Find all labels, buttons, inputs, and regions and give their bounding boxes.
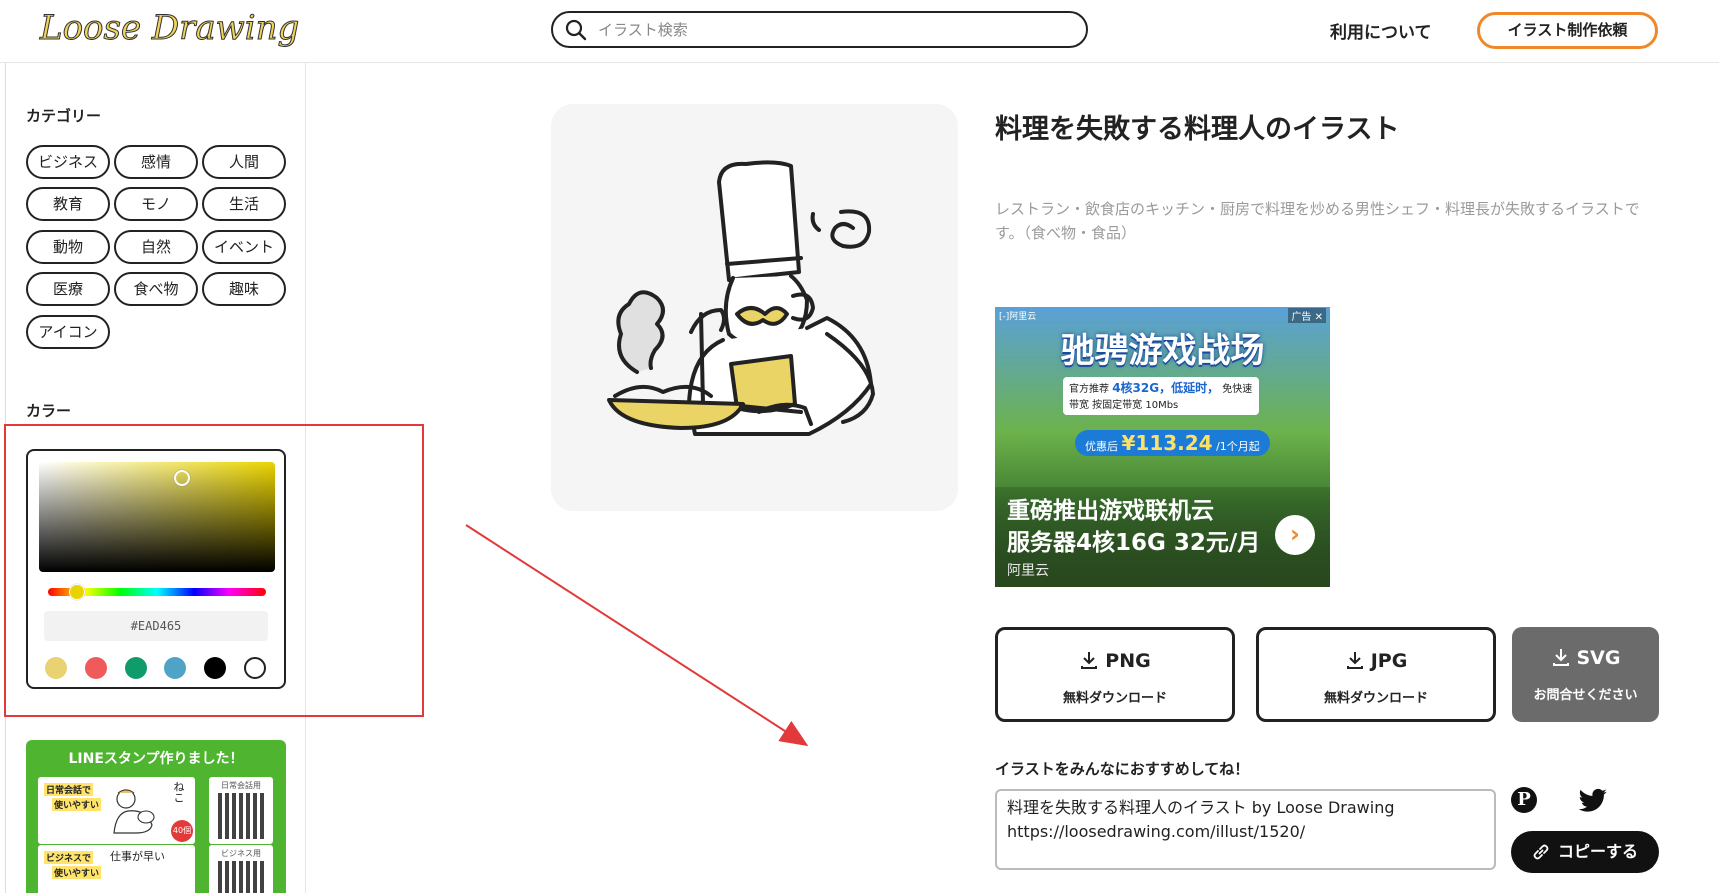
sticker-count-badge: 40個 xyxy=(171,820,193,842)
svg-format-label: SVG xyxy=(1512,647,1659,669)
ad-price-pill: 优惠后 ¥113.24 /1个月起 xyxy=(1075,430,1270,456)
color-heading: カラー xyxy=(26,402,72,420)
site-header: Loose Drawing 利用について イラスト制作依頼 xyxy=(0,0,1719,63)
line-sticker-card-business[interactable]: ビジネスで 使いやすい 仕事が早い xyxy=(38,845,195,893)
link-icon xyxy=(1533,844,1549,860)
daily-side-text: ねこ xyxy=(172,781,185,803)
pinterest-icon[interactable]: P xyxy=(1511,787,1537,813)
share-heading: イラストをみんなにおすすめしてね！ xyxy=(995,760,1250,778)
download-icon xyxy=(1552,649,1569,666)
category-chip-human[interactable]: 人間 xyxy=(202,145,286,179)
twitter-icon[interactable] xyxy=(1578,788,1608,814)
ad-price-value: ¥113.24 xyxy=(1121,431,1213,455)
category-chip-animals[interactable]: 動物 xyxy=(26,230,110,264)
search-bar[interactable] xyxy=(551,11,1088,48)
ad-source: 阿里云 xyxy=(1007,563,1049,579)
share-textarea[interactable]: 料理を失敗する料理人のイラスト by Loose Drawing https:/… xyxy=(995,789,1496,870)
line-sticker-card-daily[interactable]: 日常会話で 使いやすい ねこ 40個 xyxy=(38,777,195,844)
category-chip-education[interactable]: 教育 xyxy=(26,187,110,221)
ad-info-box: 官方推荐 4核32G，低延时， 免快速 带宽 按固定带宽 10Mbs xyxy=(1063,377,1259,415)
chef-illustration xyxy=(607,160,875,436)
line-qr-card-business[interactable]: ビジネス用 xyxy=(209,845,273,893)
category-chip-business[interactable]: ビジネス xyxy=(26,145,110,179)
advertisement-banner[interactable]: [-]阿里云 广告 ✕ 驰骋游戏战场 官方推荐 4核32G，低延时， 免快速 带… xyxy=(995,307,1330,587)
ad-info-suffix: 免快速 xyxy=(1222,384,1253,395)
daily-tag-line2: 使いやすい xyxy=(52,798,102,811)
category-chip-icon[interactable]: アイコン xyxy=(26,315,110,349)
line-banner-title: LINEスタンプ作りました！ xyxy=(68,751,244,767)
jpg-format-text: JPG xyxy=(1370,650,1408,672)
category-chip-hobby[interactable]: 趣味 xyxy=(202,272,286,306)
download-icon xyxy=(1346,652,1363,669)
png-format-label: PNG xyxy=(998,650,1232,672)
nav-about-link[interactable]: 利用について xyxy=(1330,18,1432,43)
line-qr-card-daily[interactable]: 日常会話用 xyxy=(209,777,273,844)
site-logo[interactable]: Loose Drawing xyxy=(39,8,299,49)
category-chip-emotion[interactable]: 感情 xyxy=(114,145,198,179)
ad-price-suffix: /1个月起 xyxy=(1216,440,1260,453)
qr-code-business xyxy=(218,861,264,893)
jpg-format-label: JPG xyxy=(1259,650,1493,672)
jpg-download-label: 無料ダウンロード xyxy=(1323,691,1428,706)
ad-info-highlight: 4核32G，低延时， xyxy=(1112,381,1220,395)
search-icon xyxy=(565,19,587,41)
png-download-button[interactable]: PNG 無料ダウンロード xyxy=(995,627,1235,722)
share-text-line1: 料理を失敗する料理人のイラスト by Loose Drawing xyxy=(1007,798,1395,817)
illustration-frame xyxy=(551,104,958,511)
category-chip-event[interactable]: イベント xyxy=(202,230,286,264)
ad-arrow-button[interactable]: › xyxy=(1275,515,1315,555)
category-chip-life[interactable]: 生活 xyxy=(202,187,286,221)
ad-info-line2: 带宽 按固定带宽 10Mbs xyxy=(1069,400,1179,411)
ad-brand: [-]阿里云 xyxy=(999,312,1037,322)
category-heading: カテゴリー xyxy=(26,107,102,125)
jpg-download-button[interactable]: JPG 無料ダウンロード xyxy=(1256,627,1496,722)
ad-line1: 重磅推出游戏联机云 xyxy=(1007,498,1214,524)
category-chip-medical[interactable]: 医療 xyxy=(26,272,110,306)
ad-line2: 服务器4核16G 32元/月 xyxy=(1007,530,1261,556)
annotation-highlight-box xyxy=(4,424,424,717)
business-tag-line2: 使いやすい xyxy=(52,866,102,879)
png-download-label: 無料ダウンロード xyxy=(1062,691,1167,706)
share-text-line2: https://loosedrawing.com/illust/1520/ xyxy=(1007,822,1306,841)
png-format-text: PNG xyxy=(1105,650,1151,672)
ad-price-prefix: 优惠后 xyxy=(1085,440,1118,453)
ad-headline: 驰骋游戏战场 xyxy=(1060,331,1265,371)
svg-format-text: SVG xyxy=(1576,647,1621,669)
ad-info-prefix: 官方推荐 xyxy=(1069,384,1109,395)
qr-code-daily xyxy=(218,793,264,839)
copy-button[interactable]: コピーする xyxy=(1511,831,1659,873)
category-chip-objects[interactable]: モノ xyxy=(114,187,198,221)
search-input[interactable] xyxy=(598,18,1068,42)
daily-tag-line1: 日常会話で xyxy=(44,783,94,796)
category-chip-food[interactable]: 食べ物 xyxy=(114,272,198,306)
business-side-text: 仕事が早い xyxy=(110,850,165,863)
page-title: 料理を失敗する料理人のイラスト xyxy=(995,114,1400,145)
category-chip-nature[interactable]: 自然 xyxy=(114,230,198,264)
qr-label-daily: 日常会話用 xyxy=(221,781,261,790)
cat-sticker-illustration xyxy=(113,789,155,834)
business-tag-line1: ビジネスで xyxy=(44,851,94,864)
svg-download-button[interactable]: SVG お問合せください xyxy=(1512,627,1659,722)
illustration-description: レストラン・飲食店のキッチン・厨房で料理を炒める男性シェフ・料理長が失敗するイラ… xyxy=(995,200,1640,242)
download-icon xyxy=(1081,652,1098,669)
copy-button-label: コピーする xyxy=(1557,842,1638,861)
line-sticker-banner[interactable]: LINEスタンプ作りました！ 日常会話で 使いやすい ねこ 40個 日常会話用 … xyxy=(26,740,286,893)
svg-download-label: お問合せください xyxy=(1533,688,1638,703)
nav-order-button[interactable]: イラスト制作依頼 xyxy=(1477,12,1658,49)
qr-label-business: ビジネス用 xyxy=(221,849,261,858)
ad-close-mark[interactable]: 广告 ✕ xyxy=(1288,308,1326,323)
